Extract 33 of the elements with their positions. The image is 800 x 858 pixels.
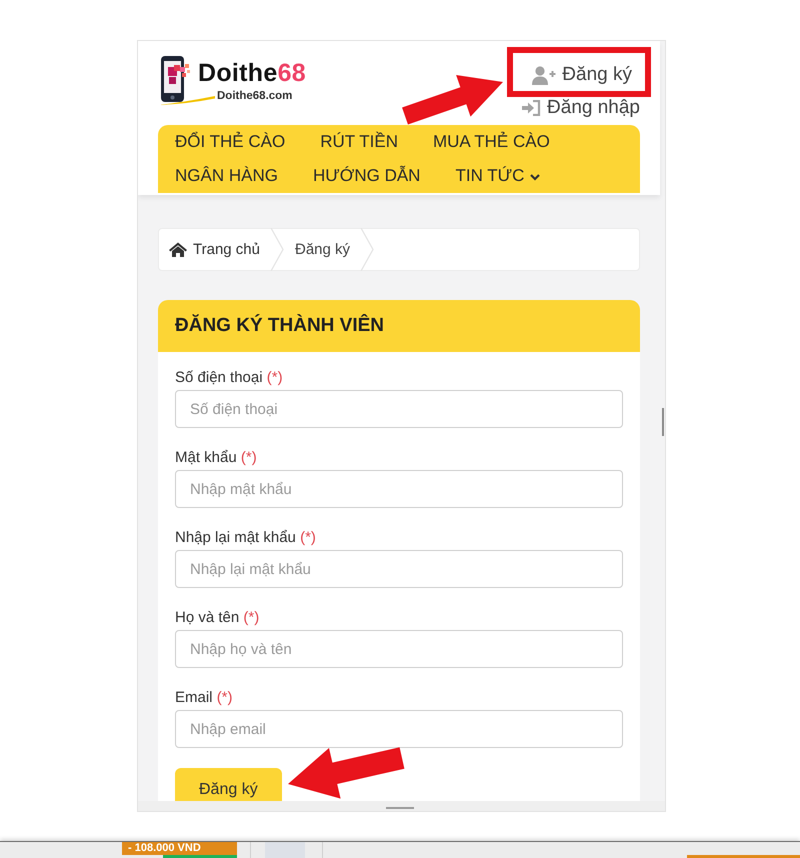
nav-link[interactable]: TIN TỨC (455, 159, 540, 193)
price-tag: - 108.000 VND (122, 842, 237, 855)
field-label: Mật khẩu (*) (175, 448, 258, 468)
nav-link[interactable]: RÚT TIỀN (320, 125, 398, 159)
form-title: ĐĂNG KÝ THÀNH VIÊN (175, 315, 384, 337)
logo-swoosh (159, 96, 215, 105)
logo-phone-icon (160, 55, 192, 103)
resize-handle[interactable] (386, 807, 414, 809)
register-link[interactable]: Đăng ký (532, 64, 632, 86)
input-field[interactable]: Số điện thoại (175, 390, 623, 428)
input-field[interactable]: Nhập lại mật khẩu (175, 550, 623, 588)
breadcrumb-link[interactable]: Trang chủ (169, 241, 260, 258)
logo-wordmark: Doithe68 (198, 58, 306, 88)
panel-tile (265, 842, 305, 858)
register-button[interactable]: Đăng ký (175, 768, 282, 801)
field-label: Nhập lại mật khẩu (*) (175, 528, 317, 548)
field-label: Email (*) (175, 688, 234, 708)
field-label: Họ và tên (*) (175, 608, 260, 628)
field-label: Số điện thoại (*) (175, 368, 284, 388)
nav-link[interactable]: NGÂN HÀNG (175, 159, 278, 193)
login-link[interactable]: Đăng nhập (522, 97, 640, 119)
input-field[interactable]: Nhập mật khẩu (175, 470, 623, 508)
breadcrumb-current: Đăng ký (294, 241, 350, 258)
home-icon (169, 242, 187, 257)
logo-domain: Doithe68.com (217, 89, 294, 103)
nav-link[interactable]: ĐỔI THẺ CÀO (175, 125, 286, 159)
input-field[interactable]: Nhập họ và tên (175, 630, 623, 668)
nav-link[interactable]: MUA THẺ CÀO (432, 125, 550, 159)
nav-link[interactable]: HƯỚNG DẪN (312, 159, 420, 193)
input-field[interactable]: Nhập email (175, 710, 623, 748)
user-plus-icon (532, 66, 556, 84)
sign-in-icon (522, 100, 542, 116)
scrollbar-thumb[interactable] (662, 408, 664, 436)
